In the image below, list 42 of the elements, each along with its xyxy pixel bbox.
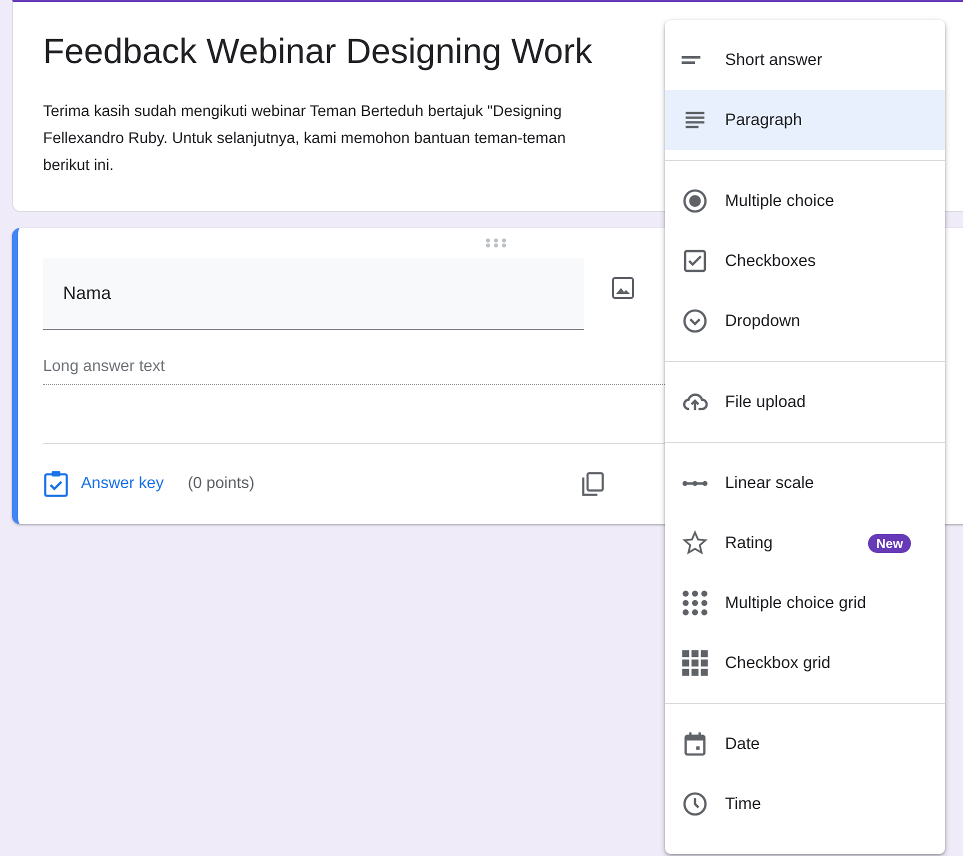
- menu-item[interactable]: Linear scale: [665, 453, 945, 513]
- menu-item-label: Checkbox grid: [725, 654, 832, 672]
- menu-item-label: Multiple choice: [725, 192, 836, 210]
- menu-item-label: Paragraph: [725, 110, 804, 130]
- checkbox-icon: [681, 247, 709, 275]
- dot-grid-icon: [681, 589, 709, 617]
- menu-item-label: Multiple choice grid: [725, 594, 868, 612]
- menu-item[interactable]: Rating New: [665, 513, 945, 573]
- square-grid-icon: [681, 649, 709, 677]
- question-title-field[interactable]: Nama: [43, 258, 584, 330]
- menu-item[interactable]: Short answer: [665, 30, 945, 90]
- radio-icon: [681, 187, 709, 215]
- menu-item[interactable]: Dropdown: [665, 291, 945, 351]
- answer-key-link[interactable]: Answer key: [43, 470, 164, 498]
- menu-item-label: Time: [725, 794, 762, 814]
- menu-item[interactable]: Checkbox grid: [665, 633, 945, 693]
- menu-item[interactable]: Multiple choice grid: [665, 573, 945, 633]
- menu-item[interactable]: Date: [665, 714, 945, 774]
- clipboard-check-icon: [43, 470, 69, 498]
- clock-icon: [681, 790, 709, 818]
- short-lines-icon: [681, 56, 701, 64]
- menu-item[interactable]: Paragraph: [665, 90, 945, 150]
- menu-item-label: File upload: [725, 392, 807, 412]
- menu-item-label: Linear scale: [725, 474, 815, 492]
- menu-item-label: Checkboxes: [725, 252, 817, 270]
- points-label: (0 points): [188, 475, 254, 493]
- form-description: Terima kasih sudah mengikuti webinar Teman Berteduh bertajuk "Designing Fellexandro Ruby. Untuk selanjutnya, kami memohon bantuan teman-teman berikut ini.: [43, 102, 566, 176]
- menu-item-label: Rating: [725, 534, 774, 552]
- menu-item[interactable]: Checkboxes: [665, 231, 945, 291]
- image-icon[interactable]: [611, 276, 635, 300]
- menu-item[interactable]: Time: [665, 774, 945, 834]
- menu-item[interactable]: Multiple choice: [665, 171, 945, 231]
- menu-item-label: Dropdown: [725, 312, 802, 330]
- menu-item-label: Date: [725, 734, 761, 754]
- linear-scale-icon: [681, 480, 709, 486]
- drag-handle-icon[interactable]: [485, 238, 507, 248]
- new-badge: New: [868, 534, 911, 552]
- copy-icon[interactable]: [580, 471, 606, 497]
- dropdown-icon: [681, 307, 709, 335]
- star-icon: [681, 529, 709, 557]
- menu-item-label: Short answer: [725, 50, 824, 70]
- form-title: Feedback Webinar Designing Work: [43, 32, 592, 72]
